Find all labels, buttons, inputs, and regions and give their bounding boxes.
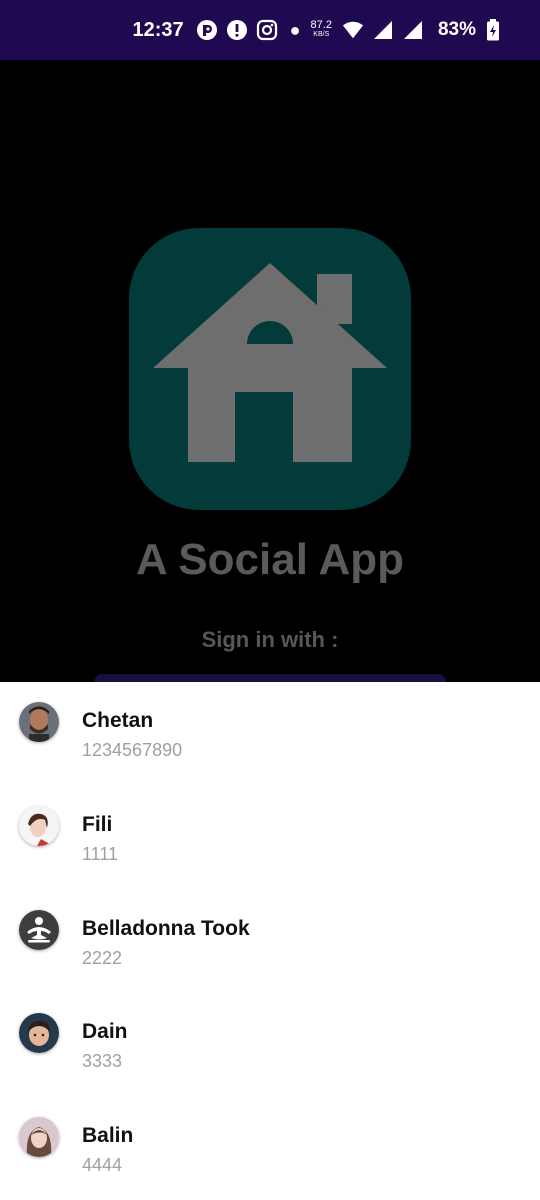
account-item-balin[interactable]: Balin 4444 <box>0 1097 540 1200</box>
network-speed: 87.2 KB/S <box>310 19 332 39</box>
account-picker-sheet: Chetan 1234567890 Fili 1111 Belladonna T… <box>0 682 540 1200</box>
account-name: Belladonna Took <box>82 917 250 940</box>
battery-icon <box>482 19 504 41</box>
account-name: Chetan <box>82 709 154 732</box>
account-phone: 1111 <box>82 844 119 864</box>
instagram-icon <box>256 19 278 41</box>
account-item-chetan[interactable]: Chetan 1234567890 <box>0 682 540 786</box>
avatar-child-photo <box>19 1013 59 1053</box>
app-logo <box>129 228 411 510</box>
account-phone: 3333 <box>82 1051 123 1071</box>
account-name: Fili <box>82 813 113 836</box>
avatar-girl-photo <box>19 1117 59 1157</box>
alert-icon <box>226 19 248 41</box>
wifi-icon <box>342 19 364 41</box>
sign-in-label: Sign in with : <box>201 627 339 652</box>
account-phone: 2222 <box>82 948 123 968</box>
avatar-woman-photo <box>19 806 59 846</box>
notification-icon <box>196 19 218 41</box>
signal-icon <box>372 19 394 41</box>
house-icon <box>153 263 387 462</box>
status-bar: 12:37 ● 87.2 KB/S 83% <box>0 0 540 60</box>
app-title: A Social App <box>135 535 405 584</box>
dot-icon: ● <box>289 19 301 40</box>
account-name: Dain <box>82 1020 128 1043</box>
account-name: Balin <box>82 1124 134 1147</box>
account-phone: 1234567890 <box>82 740 183 760</box>
account-item-dain[interactable]: Dain 3333 <box>0 993 540 1097</box>
battery-percent: 83% <box>437 19 476 40</box>
meditation-icon <box>19 910 59 950</box>
account-item-fili[interactable]: Fili 1111 <box>0 786 540 890</box>
account-phone: 4444 <box>82 1155 123 1175</box>
account-item-belladonna-took[interactable]: Belladonna Took 2222 <box>0 890 540 994</box>
status-time: 12:37 <box>132 18 184 41</box>
avatar-man-photo <box>19 702 59 742</box>
signal-icon <box>402 19 424 41</box>
